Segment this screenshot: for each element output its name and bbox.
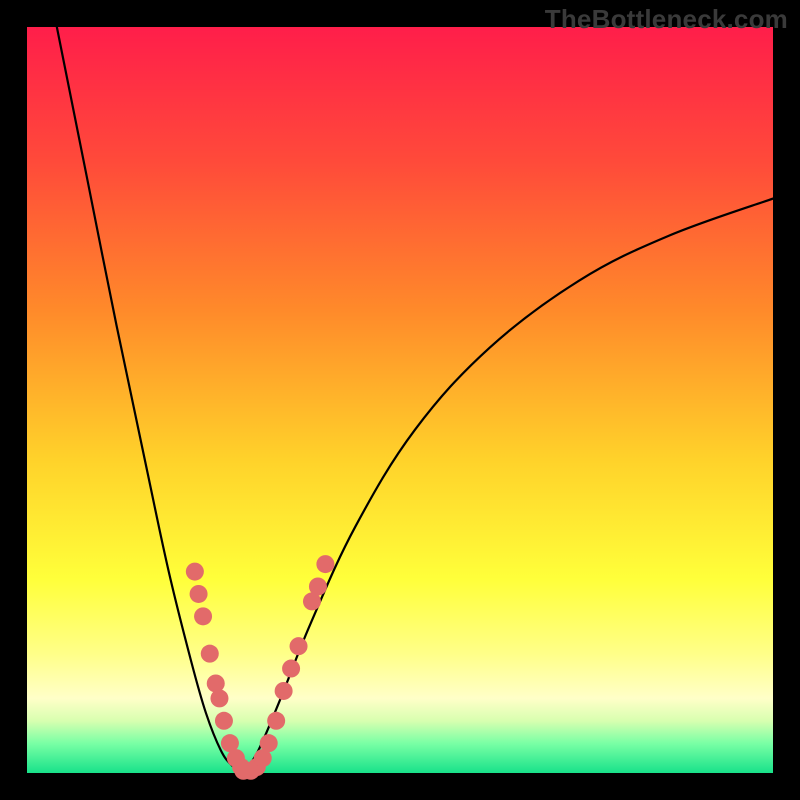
curve-left-branch	[57, 27, 244, 773]
outer-frame: TheBottleneck.com	[0, 0, 800, 800]
sample-point	[215, 712, 233, 730]
sample-point	[267, 712, 285, 730]
sample-point	[309, 578, 327, 596]
sample-point	[316, 555, 334, 573]
watermark-text: TheBottleneck.com	[545, 4, 788, 35]
sample-point	[210, 689, 228, 707]
sample-point	[190, 585, 208, 603]
sample-point	[290, 637, 308, 655]
sample-point	[186, 563, 204, 581]
sample-point	[194, 607, 212, 625]
sample-point	[282, 660, 300, 678]
sample-point	[260, 734, 278, 752]
curve-layer	[27, 27, 773, 773]
curve-right-branch	[243, 199, 773, 773]
sample-point	[275, 682, 293, 700]
sample-point	[201, 645, 219, 663]
